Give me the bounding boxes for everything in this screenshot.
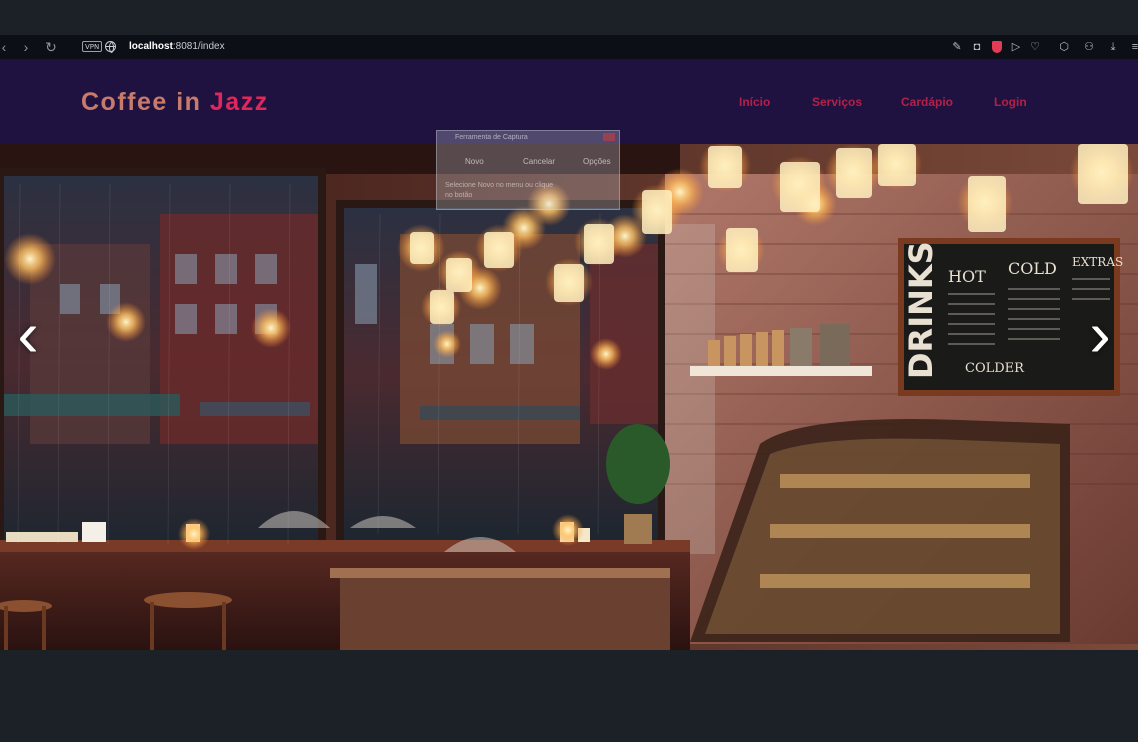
- back-icon[interactable]: ‹: [0, 38, 11, 56]
- camera-icon[interactable]: ◘: [970, 40, 984, 54]
- page-bottom: [0, 650, 1138, 742]
- menu-icon[interactable]: ≡: [1128, 40, 1138, 54]
- nav-link-login[interactable]: Login: [994, 94, 1027, 110]
- chalk-hot: HOT: [948, 267, 986, 286]
- nav-link-inicio[interactable]: Início: [739, 94, 770, 110]
- globe-icon: [105, 41, 116, 53]
- cube-icon[interactable]: ⬡: [1057, 40, 1071, 54]
- capture-tool-window[interactable]: Ferramenta de Captura Novo Cancelar Opçõ…: [436, 130, 620, 210]
- capture-cancel-button[interactable]: Cancelar: [523, 157, 555, 166]
- capture-options-button[interactable]: Opções: [583, 157, 611, 166]
- close-icon[interactable]: [603, 133, 615, 141]
- carousel-next-button[interactable]: ›: [1082, 302, 1118, 372]
- forward-icon[interactable]: ›: [19, 38, 33, 56]
- user-icon[interactable]: ⚇: [1082, 40, 1096, 54]
- edit-icon[interactable]: ✎: [950, 40, 964, 54]
- reload-icon[interactable]: ↻: [44, 38, 58, 56]
- vpn-badge[interactable]: VPN: [82, 41, 103, 52]
- nav-link-servicos[interactable]: Serviços: [812, 94, 862, 110]
- capture-tool-title: Ferramenta de Captura: [455, 134, 528, 141]
- chalk-extras: EXTRAS: [1072, 255, 1123, 269]
- send-icon[interactable]: ▷: [1009, 40, 1023, 54]
- hero-carousel: DRINKS HOT COLD EXTRAS COLDER ‹ ›: [0, 144, 1138, 650]
- carousel-prev-button[interactable]: ‹: [10, 302, 46, 372]
- carousel-slide-image: DRINKS HOT COLD EXTRAS COLDER: [0, 144, 1138, 650]
- heart-icon[interactable]: ♡: [1028, 40, 1042, 54]
- chalk-colder: COLDER: [965, 361, 1025, 376]
- url-host: localhost: [129, 41, 173, 52]
- capture-hint: Selecione Novo no menu ou clique no botã…: [445, 182, 554, 199]
- address-bar[interactable]: localhost:8081/index: [129, 40, 225, 54]
- logo-word-coffee: Coffee in: [81, 88, 202, 116]
- chalk-drinks: DRINKS: [902, 241, 940, 379]
- browser-toolbar: ‹ › ↻ VPN localhost:8081/index ✎ ◘ ▷ ♡ ⬡…: [0, 35, 1138, 59]
- nav-link-cardapio[interactable]: Cardápio: [901, 94, 953, 110]
- shield-icon[interactable]: [992, 41, 1002, 53]
- capture-new-button[interactable]: Novo: [465, 157, 484, 166]
- url-path: :8081/index: [172, 41, 225, 52]
- site-logo[interactable]: Coffee in Jazz: [81, 87, 269, 117]
- logo-word-jazz: Jazz: [209, 88, 269, 116]
- download-icon[interactable]: ⤓: [1106, 40, 1120, 54]
- chalk-cold: COLD: [1008, 259, 1057, 278]
- top-strip: [0, 0, 1138, 35]
